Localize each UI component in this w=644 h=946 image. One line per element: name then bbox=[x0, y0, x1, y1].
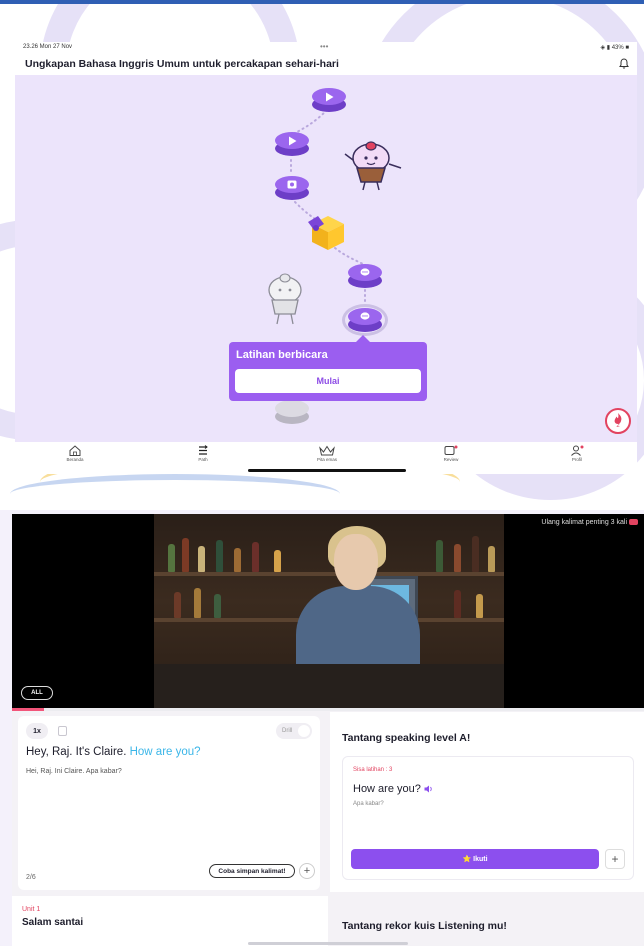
popup-title: Latihan berbicara bbox=[236, 349, 328, 361]
lesson-node-chat[interactable] bbox=[348, 264, 382, 288]
copy-icon[interactable] bbox=[58, 726, 67, 736]
drill-toggle[interactable]: Drill bbox=[276, 723, 312, 739]
nav-home[interactable]: Beranda bbox=[45, 445, 105, 462]
sentence-english[interactable]: Hey, Raj. It's Claire. How are you? bbox=[26, 746, 201, 758]
review-icon bbox=[444, 445, 458, 455]
listening-title: Tantang rekor kuis Listening mu! bbox=[342, 920, 507, 932]
save-sentence-button[interactable]: Coba simpan kalimat! bbox=[209, 864, 295, 878]
home-icon bbox=[69, 445, 81, 456]
profile-icon bbox=[571, 445, 584, 456]
cupcake-mascot-gray-icon bbox=[268, 273, 302, 325]
highlighted-phrase[interactable]: How are you? bbox=[130, 746, 201, 758]
remaining-attempts: Sisa latihan : 3 bbox=[353, 767, 393, 773]
nav-label: Beranda bbox=[66, 457, 84, 462]
speaker-icon[interactable] bbox=[424, 785, 433, 793]
unit-number: Unit 1 bbox=[22, 906, 41, 913]
nav-label: Review bbox=[443, 457, 459, 462]
nav-profile[interactable]: Profil bbox=[547, 445, 607, 462]
nav-label: Pita emas bbox=[316, 457, 337, 462]
challenge-card: Sisa latihan : 3 How are you? Apa kabar?… bbox=[342, 756, 634, 880]
start-button[interactable]: Mulai bbox=[235, 369, 421, 393]
sentence-counter: 2/6 bbox=[26, 874, 36, 881]
play-icon bbox=[325, 92, 333, 101]
quiz-icon bbox=[287, 180, 297, 189]
streak-badge[interactable]: 2 bbox=[605, 408, 631, 434]
home-indicator[interactable] bbox=[248, 469, 406, 472]
lesson-node-speaking-selected[interactable] bbox=[342, 304, 388, 336]
all-subtitles-button[interactable]: ALL bbox=[21, 686, 53, 700]
nav-label: Path bbox=[198, 457, 208, 462]
video-progress-bar[interactable] bbox=[12, 708, 644, 711]
top-rule bbox=[0, 0, 644, 4]
lesson-node-video[interactable] bbox=[275, 132, 309, 156]
streak-count: 2 bbox=[616, 423, 620, 429]
speaking-challenge-panel: Tantang speaking level A! Sisa latihan :… bbox=[330, 712, 644, 892]
chat-bubble-icon bbox=[360, 268, 370, 276]
listening-challenge-panel[interactable]: Tantang rekor kuis Listening mu! bbox=[330, 906, 644, 946]
challenge-title: Tantang speaking level A! bbox=[342, 732, 471, 744]
nav-path[interactable]: Path bbox=[173, 445, 233, 462]
lesson-node-quiz[interactable] bbox=[275, 176, 309, 200]
cupcake-mascot-icon bbox=[344, 141, 402, 191]
home-indicator[interactable] bbox=[248, 942, 408, 945]
crown-icon bbox=[319, 445, 335, 456]
video-lesson-screenshot: Ulang kalimat penting 3 kali ALL 1x Dril… bbox=[12, 514, 644, 946]
tablet-app-screenshot: 23.26 Mon 27 Nov ••• ◈ ▮ 43% ■ Ungkapan … bbox=[15, 42, 637, 474]
video-player[interactable]: Ulang kalimat penting 3 kali ALL bbox=[12, 514, 644, 708]
decorative-swoosh bbox=[10, 474, 340, 514]
lesson-node-video[interactable] bbox=[312, 88, 346, 112]
playback-speed-button[interactable]: 1x bbox=[26, 723, 48, 739]
nav-label: Profil bbox=[571, 457, 583, 462]
chat-bubble-icon bbox=[360, 312, 370, 320]
nav-review[interactable]: Review bbox=[421, 445, 481, 462]
repeat-hint: Ulang kalimat penting 3 kali bbox=[541, 519, 638, 526]
add-button[interactable]: + bbox=[299, 863, 315, 879]
speaking-practice-popup: Latihan berbicara Mulai bbox=[229, 342, 427, 401]
video-frame bbox=[154, 514, 504, 708]
sentence-card: 1x Drill Hey, Raj. It's Claire. How are … bbox=[18, 716, 320, 890]
sentence-translation: Hei, Raj. Ini Claire. Apa kabar? bbox=[26, 768, 122, 775]
challenge-translation: Apa kabar? bbox=[353, 801, 384, 807]
unit-title: Salam santai bbox=[22, 917, 84, 928]
play-icon bbox=[288, 136, 296, 145]
unit-card[interactable]: Unit 1 Salam santai bbox=[12, 896, 328, 946]
repeat-icon bbox=[629, 519, 638, 526]
path-icon bbox=[199, 445, 208, 455]
add-button[interactable]: + bbox=[605, 849, 625, 869]
follow-button[interactable]: ⭐ Ikuti bbox=[351, 849, 599, 869]
challenge-phrase: How are you? bbox=[353, 783, 433, 795]
lesson-node-locked[interactable] bbox=[275, 400, 309, 424]
nav-crown[interactable]: Pita emas bbox=[297, 445, 357, 462]
treasure-chest-icon[interactable] bbox=[304, 210, 348, 252]
